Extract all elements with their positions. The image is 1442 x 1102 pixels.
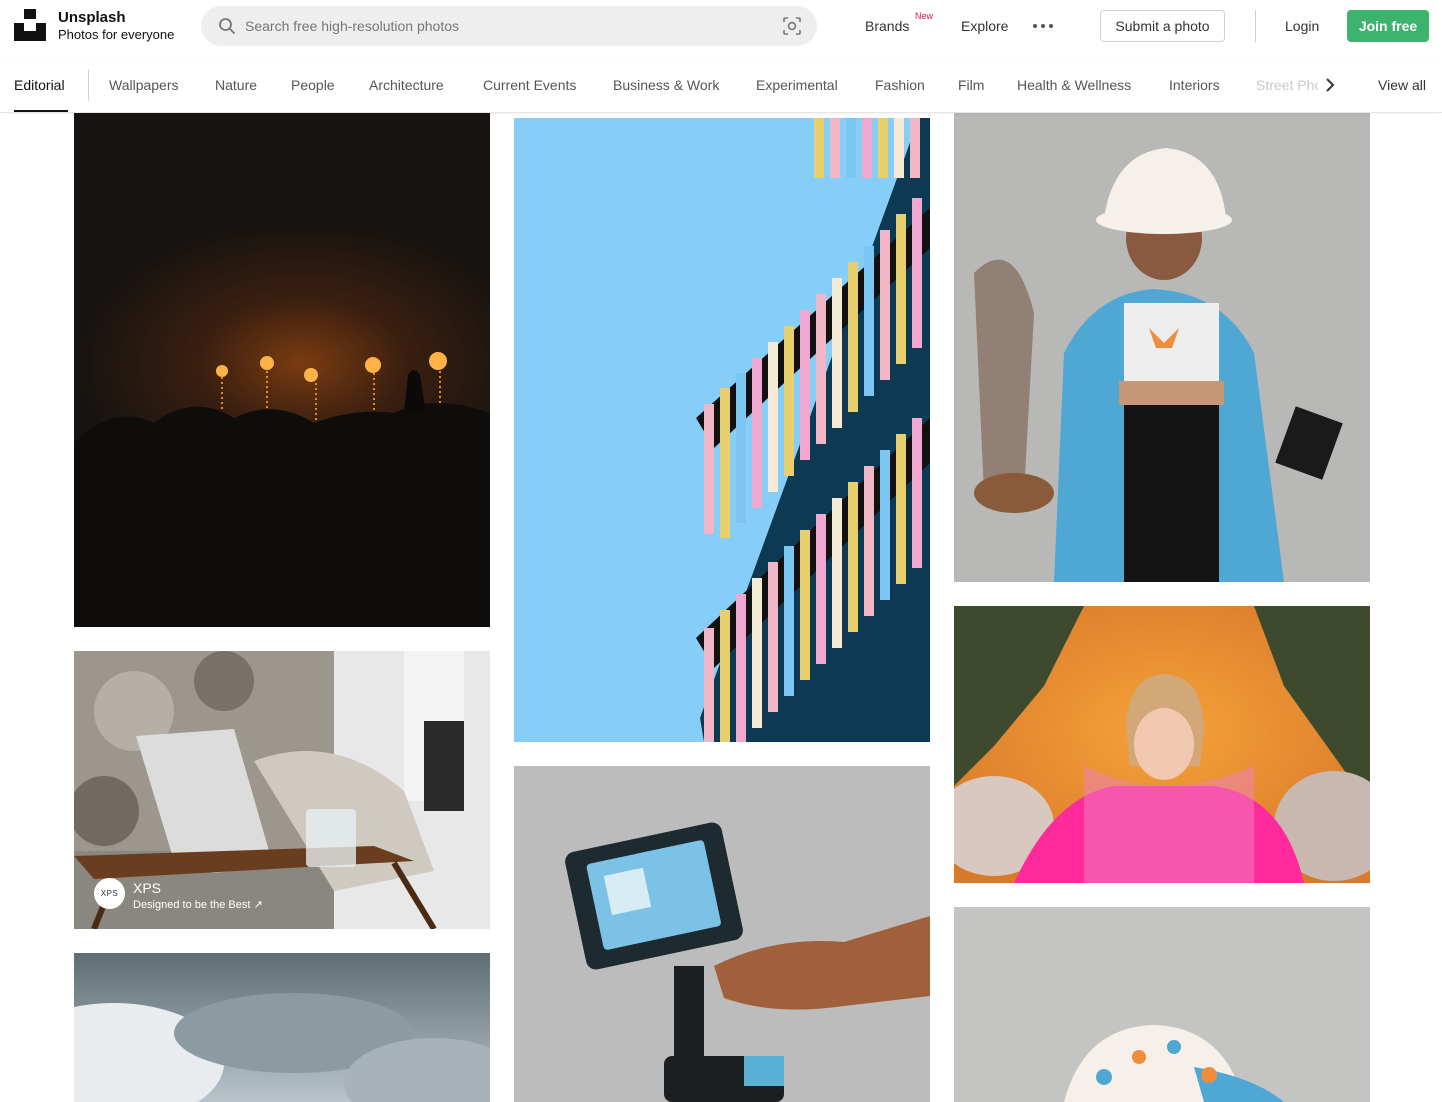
concert-stage-photo[interactable] <box>74 113 490 627</box>
topics-bar: Editorial Wallpapers Nature People Archi… <box>0 58 1442 113</box>
tab-health-wellness[interactable]: Health & Wellness <box>1017 77 1131 93</box>
tab-wallpapers[interactable]: Wallpapers <box>109 77 179 93</box>
tab-interiors[interactable]: Interiors <box>1169 77 1220 93</box>
visual-search-icon[interactable] <box>782 16 802 36</box>
camera-monitor-photo[interactable] <box>514 766 930 1102</box>
nav-brands[interactable]: Brands <box>865 18 909 34</box>
view-all-link[interactable]: View all <box>1378 77 1426 93</box>
xps-logo: XPS <box>94 878 125 909</box>
pink-tulle-woman-photo[interactable] <box>954 606 1370 883</box>
top-header: Unsplash Photos for everyone Brands New … <box>0 0 1442 52</box>
butterfly-hat-closeup-photo[interactable] <box>954 907 1370 1102</box>
tab-film[interactable]: Film <box>958 77 984 93</box>
tab-architecture[interactable]: Architecture <box>369 77 444 93</box>
chevron-right-icon[interactable] <box>1323 77 1337 93</box>
cloudy-sky-photo[interactable] <box>74 953 490 1102</box>
active-tab-indicator <box>14 110 68 112</box>
tab-business-work[interactable]: Business & Work <box>613 77 719 93</box>
tab-people[interactable]: People <box>291 77 335 93</box>
tab-current-events[interactable]: Current Events <box>483 77 576 93</box>
butterfly-hat-woman-photo[interactable] <box>954 113 1370 582</box>
nav-explore[interactable]: Explore <box>961 18 1008 34</box>
sponsor-name: XPS <box>133 880 162 896</box>
search-input[interactable] <box>245 6 765 46</box>
tab-fashion[interactable]: Fashion <box>875 77 925 93</box>
brand-tagline: Photos for everyone <box>58 27 175 42</box>
more-options-icon[interactable] <box>1032 22 1054 30</box>
login-link[interactable]: Login <box>1285 18 1319 34</box>
new-badge: New <box>915 11 934 21</box>
colorful-building-photo[interactable] <box>514 118 930 742</box>
tab-editorial[interactable]: Editorial <box>14 77 65 93</box>
unsplash-logo-icon[interactable] <box>14 9 46 41</box>
search-bar[interactable] <box>201 6 817 46</box>
brand-name[interactable]: Unsplash <box>58 9 126 26</box>
submit-photo-button[interactable]: Submit a photo <box>1100 10 1225 42</box>
sponsor-description[interactable]: Designed to be the Best ↗ <box>133 898 263 911</box>
tab-street-photography[interactable]: Street Pho <box>1256 77 1318 93</box>
tab-experimental[interactable]: Experimental <box>756 77 838 93</box>
topics-divider <box>88 70 89 101</box>
header-divider <box>1255 10 1256 42</box>
tab-nature[interactable]: Nature <box>215 77 257 93</box>
search-icon[interactable] <box>218 17 236 35</box>
join-free-button[interactable]: Join free <box>1347 10 1429 42</box>
